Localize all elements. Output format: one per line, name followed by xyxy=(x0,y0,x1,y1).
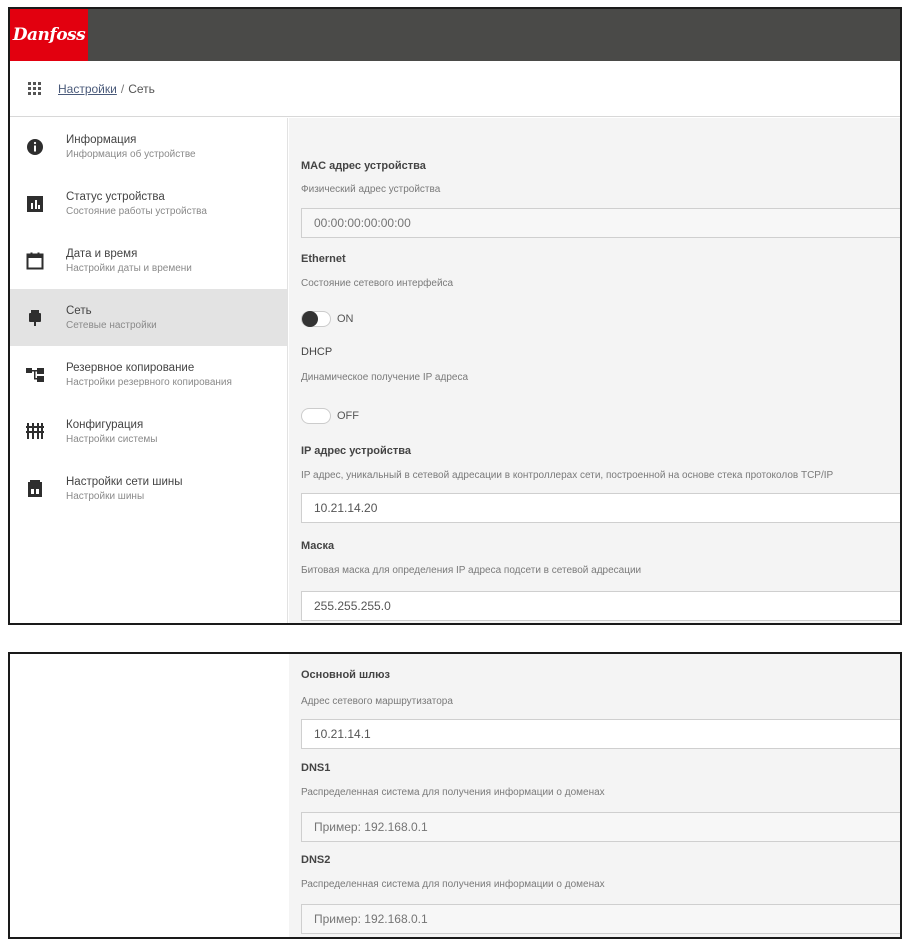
sidebar-item-date-time[interactable]: Дата и время Настройки даты и времени xyxy=(10,232,287,289)
dns2-label: DNS2 xyxy=(301,854,331,866)
gateway-field[interactable]: 10.21.14.1 xyxy=(301,719,900,749)
sidebar-item-device-status[interactable]: Статус устройства Состояние работы устро… xyxy=(10,175,287,232)
sidebar-item-subtitle: Состояние работы устройства xyxy=(66,205,207,217)
gateway-label: Основной шлюз xyxy=(301,669,390,681)
settings-window: Danfoss Настройки / Сеть Информация Инфо… xyxy=(8,7,902,625)
mask-description: Битовая маска для определения IP адреса … xyxy=(301,565,642,576)
network-icon xyxy=(24,307,46,329)
ip-description: IP адрес, уникальный в сетевой адресации… xyxy=(301,470,834,481)
ethernet-label: Ethernet xyxy=(301,253,346,265)
sidebar-item-title: Информация xyxy=(66,133,137,146)
subnet-mask-field[interactable]: 255.255.255.0 xyxy=(301,591,900,621)
mac-address-field[interactable] xyxy=(301,208,900,238)
config-icon xyxy=(24,421,46,443)
dhcp-toggle-state: OFF xyxy=(337,410,359,422)
ethernet-toggle[interactable]: ON xyxy=(301,311,354,327)
ethernet-toggle-state: ON xyxy=(337,313,354,325)
sidebar-item-bus-settings[interactable]: Настройки сети шины Настройки шины xyxy=(10,460,287,517)
sidebar-item-subtitle: Настройки резервного копирования xyxy=(66,376,232,388)
ip-label: IP адрес устройства xyxy=(301,445,412,457)
dns1-label: DNS1 xyxy=(301,762,331,774)
mac-description: Физический адрес устройства xyxy=(301,184,441,195)
status-icon xyxy=(24,193,46,215)
network-settings-form: MAC адрес устройства Физический адрес ус… xyxy=(289,118,900,623)
sidebar-item-subtitle: Настройки даты и времени xyxy=(66,262,192,274)
gateway-description: Адрес сетевого маршрутизатора xyxy=(301,696,453,707)
sidebar-item-information[interactable]: Информация Информация об устройстве xyxy=(10,118,287,175)
breadcrumb: Настройки / Сеть xyxy=(10,61,900,117)
ip-address-field[interactable]: 10.21.14.20 xyxy=(301,493,900,523)
dhcp-toggle[interactable]: OFF xyxy=(301,408,359,424)
sidebar-item-title: Конфигурация xyxy=(66,418,144,431)
sidebar-item-subtitle: Настройки системы xyxy=(66,433,158,445)
ethernet-switch[interactable] xyxy=(301,311,331,327)
sidebar-item-configuration[interactable]: Конфигурация Настройки системы xyxy=(10,403,287,460)
backup-icon xyxy=(24,364,46,386)
mask-label: Маска xyxy=(301,540,335,552)
settings-sidebar: Информация Информация об устройстве Стат… xyxy=(10,118,288,623)
bus-icon xyxy=(24,478,46,500)
calendar-icon xyxy=(24,250,46,272)
mac-label: MAC адрес устройства xyxy=(301,160,426,172)
logo-text: Danfoss xyxy=(12,25,86,45)
dhcp-label: DHCP xyxy=(301,346,333,358)
dns2-field[interactable] xyxy=(301,904,900,934)
sidebar-item-subtitle: Настройки шины xyxy=(66,490,145,502)
sidebar-item-backup[interactable]: Резервное копирование Настройки резервно… xyxy=(10,346,287,403)
breadcrumb-settings-link[interactable]: Настройки xyxy=(58,82,117,96)
sidebar-item-title: Настройки сети шины xyxy=(66,475,183,488)
dns2-description: Распределенная система для получения инф… xyxy=(301,879,605,890)
breadcrumb-current: Сеть xyxy=(128,81,155,96)
dns1-description: Распределенная система для получения инф… xyxy=(301,787,605,798)
ethernet-description: Состояние сетевого интерфейса xyxy=(301,278,454,289)
settings-window-continued: Основной шлюз Адрес сетевого маршрутизат… xyxy=(8,652,902,939)
sidebar-item-subtitle: Информация об устройстве xyxy=(66,148,196,160)
sidebar-item-title: Сеть xyxy=(66,304,92,317)
sidebar-item-subtitle: Сетевые настройки xyxy=(66,319,157,331)
sidebar-item-title: Резервное копирование xyxy=(66,361,195,374)
network-settings-form-continued: Основной шлюз Адрес сетевого маршрутизат… xyxy=(289,654,900,937)
sidebar-item-title: Дата и время xyxy=(66,247,138,260)
sidebar-item-network[interactable]: Сеть Сетевые настройки xyxy=(10,289,287,346)
dhcp-description: Динамическое получение IP адреса xyxy=(301,372,469,383)
info-icon xyxy=(24,136,46,158)
dhcp-switch[interactable] xyxy=(301,408,331,424)
apps-grid-icon[interactable] xyxy=(28,81,42,96)
sidebar-item-title: Статус устройства xyxy=(66,190,165,203)
danfoss-logo[interactable]: Danfoss xyxy=(10,9,88,61)
breadcrumb-separator: / xyxy=(120,81,125,96)
dns1-field[interactable] xyxy=(301,812,900,842)
top-app-bar: Danfoss xyxy=(10,9,900,61)
